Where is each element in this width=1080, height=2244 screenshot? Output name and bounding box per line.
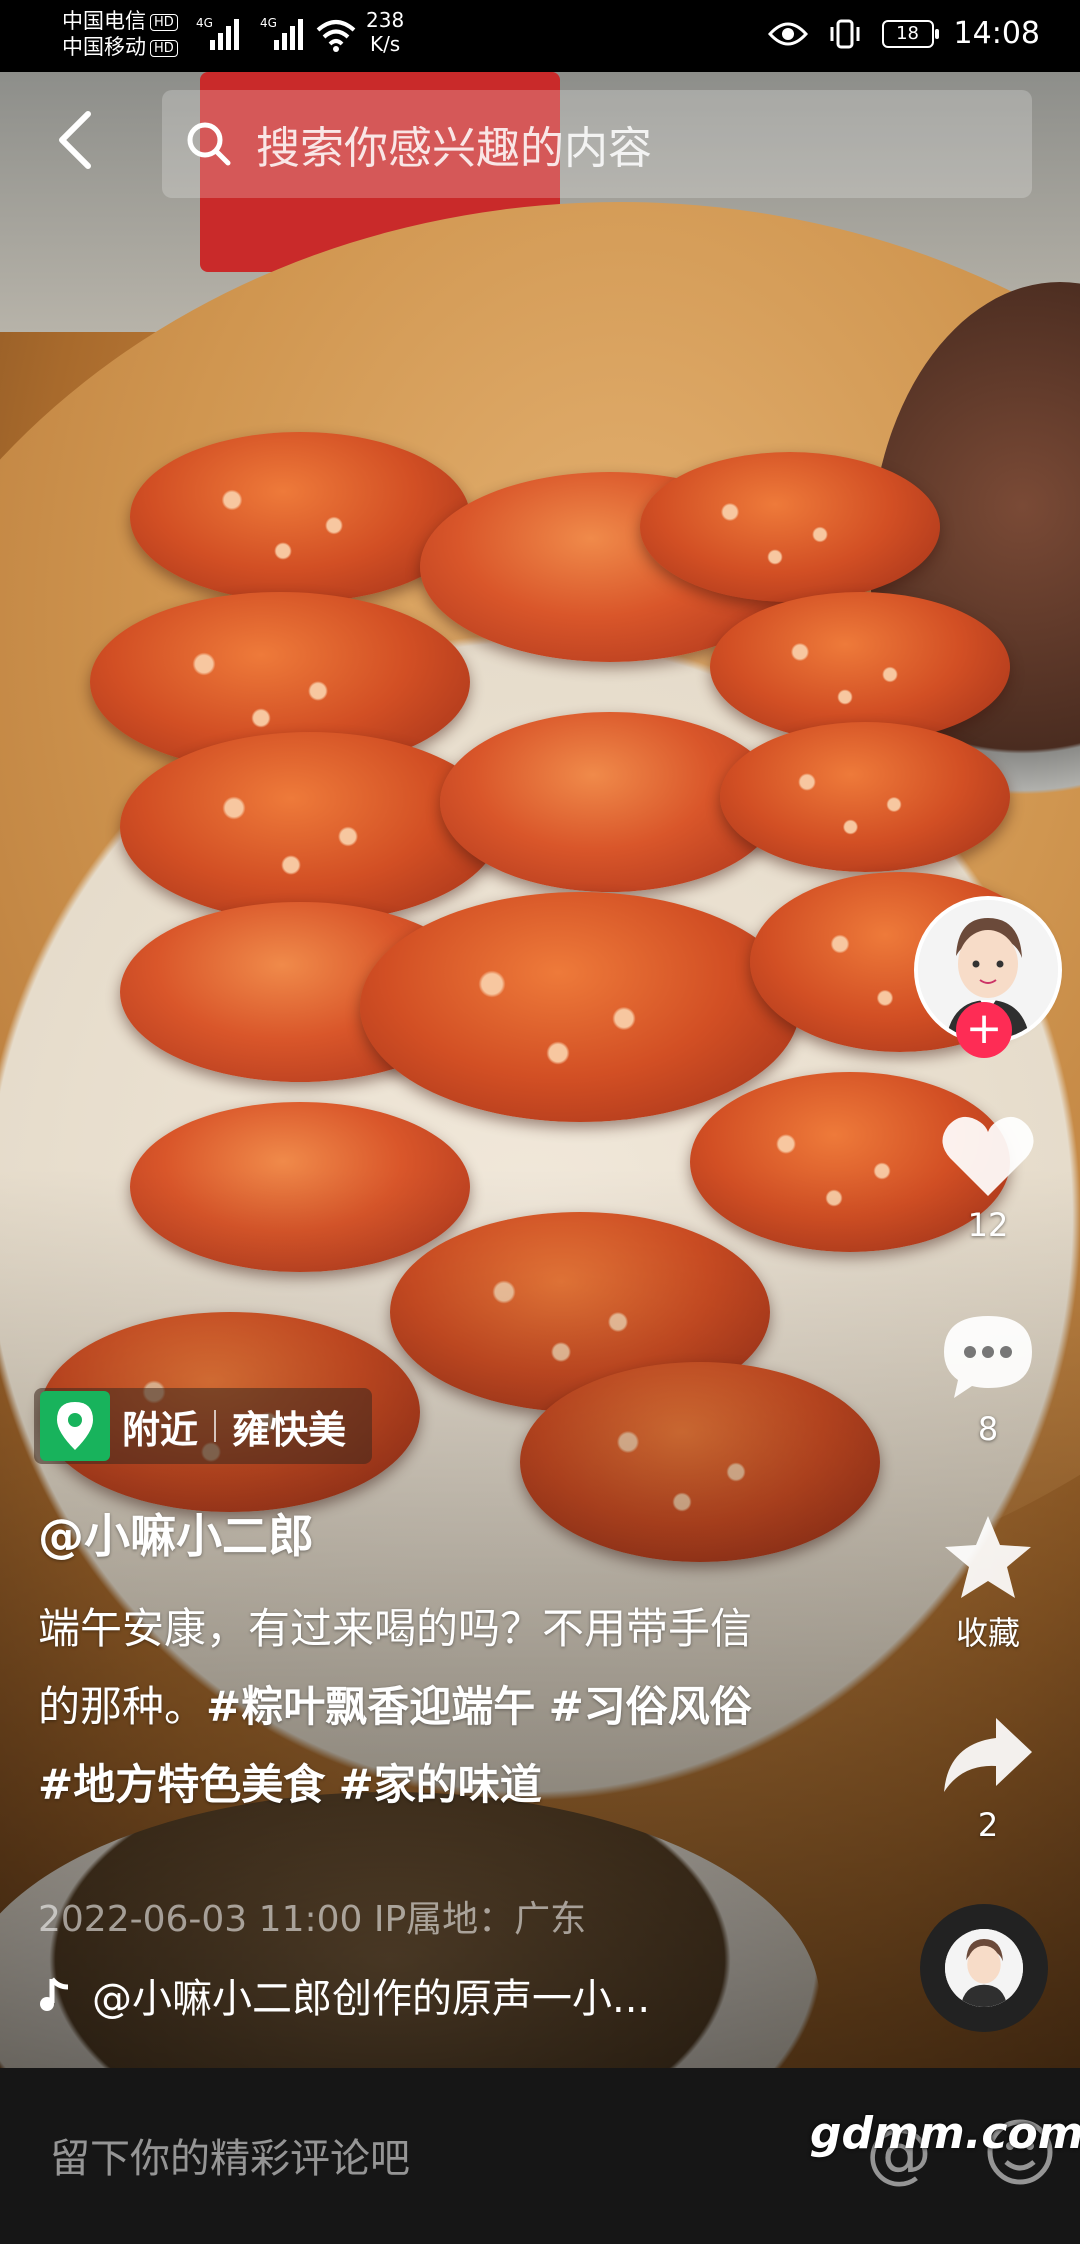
hashtag[interactable]: #家的味道 xyxy=(339,1760,542,1809)
location-name: 雍快美 xyxy=(232,1407,347,1452)
like-button[interactable]: 12 xyxy=(918,1112,1058,1244)
signal-icon-2: 4G xyxy=(260,16,303,50)
heart-icon xyxy=(942,1116,1034,1196)
music-info[interactable]: @小嘛小二郎创作的原声一小... xyxy=(38,1966,650,2024)
comment-count: 8 xyxy=(977,1410,999,1448)
post-description: 端午安康，有过来喝的吗？不用带手信的那种。#粽叶飘香迎端午 #习俗风俗 #地方特… xyxy=(38,1590,778,1824)
favorite-label: 收藏 xyxy=(955,1614,1020,1652)
carrier-info: 中国电信 HD 中国移动 HD xyxy=(62,8,178,60)
vibrate-icon xyxy=(830,19,860,48)
disc-avatar-image xyxy=(945,1929,1023,2007)
crab xyxy=(640,452,940,602)
post-date: 2022-06-03 11:00 xyxy=(38,1899,363,1940)
music-disc[interactable] xyxy=(920,1904,1048,2032)
crab xyxy=(120,732,500,922)
music-title: @小嘛小二郎创作的原声一小... xyxy=(92,1976,651,2022)
music-note-icon xyxy=(40,1977,69,2011)
follow-button[interactable]: + xyxy=(956,1002,1012,1058)
crab xyxy=(360,892,800,1122)
watermark-logo: gdmm.com xyxy=(810,2108,1080,2159)
crab xyxy=(710,592,1010,742)
clock: 14:08 xyxy=(953,16,1040,51)
battery-icon: 18 xyxy=(881,19,939,48)
favorite-button[interactable]: 收藏 xyxy=(918,1514,1058,1654)
back-arrow-icon[interactable] xyxy=(48,108,104,172)
location-separator xyxy=(214,1410,217,1442)
search-placeholder: 搜索你感兴趣的内容 xyxy=(256,123,652,174)
hd-badge-2: HD xyxy=(150,39,178,57)
hd-badge-1: HD xyxy=(150,13,178,31)
location-tag[interactable]: 附近 雍快美 xyxy=(34,1388,373,1464)
share-button[interactable]: 2 xyxy=(918,1712,1058,1844)
comment-bubble-icon xyxy=(944,1316,1032,1398)
hashtag[interactable]: #地方特色美食 xyxy=(38,1760,325,1809)
hashtag[interactable]: #粽叶飘香迎端午 xyxy=(206,1682,535,1731)
eye-icon xyxy=(767,22,808,45)
like-count: 12 xyxy=(967,1206,1009,1244)
crab xyxy=(130,432,470,602)
star-icon xyxy=(945,1516,1031,1598)
status-right: 18 14:08 xyxy=(767,16,1040,51)
location-nearby: 附近 xyxy=(122,1407,199,1452)
carrier-2: 中国移动 xyxy=(62,35,146,59)
search-bar[interactable]: 搜索你感兴趣的内容 xyxy=(162,90,1032,198)
share-count: 2 xyxy=(977,1806,999,1844)
ip-location: IP属地：广东 xyxy=(373,1899,587,1940)
hashtag[interactable]: #习俗风俗 xyxy=(549,1682,752,1731)
net-speed: 238 K/s xyxy=(366,8,405,56)
search-icon xyxy=(187,122,231,166)
signal-icon-1: 4G xyxy=(196,16,239,50)
status-bar: 中国电信 HD 中国移动 HD 4G 4G 238 K/s 18 14:08 xyxy=(0,0,1080,72)
author-name[interactable]: @小嘛小二郎 xyxy=(38,1500,314,1566)
comment-button[interactable]: 8 xyxy=(918,1312,1058,1448)
comment-placeholder: 留下你的精彩评论吧 xyxy=(50,2136,410,2182)
crab xyxy=(720,722,1010,872)
location-pin-icon xyxy=(40,1391,110,1461)
share-arrow-icon xyxy=(944,1718,1032,1792)
wifi-icon xyxy=(316,20,356,52)
post-meta: 2022-06-03 11:00 IP属地：广东 xyxy=(38,1890,586,1942)
carrier-1: 中国电信 xyxy=(62,9,146,33)
music-disc-avatar xyxy=(945,1929,1023,2007)
